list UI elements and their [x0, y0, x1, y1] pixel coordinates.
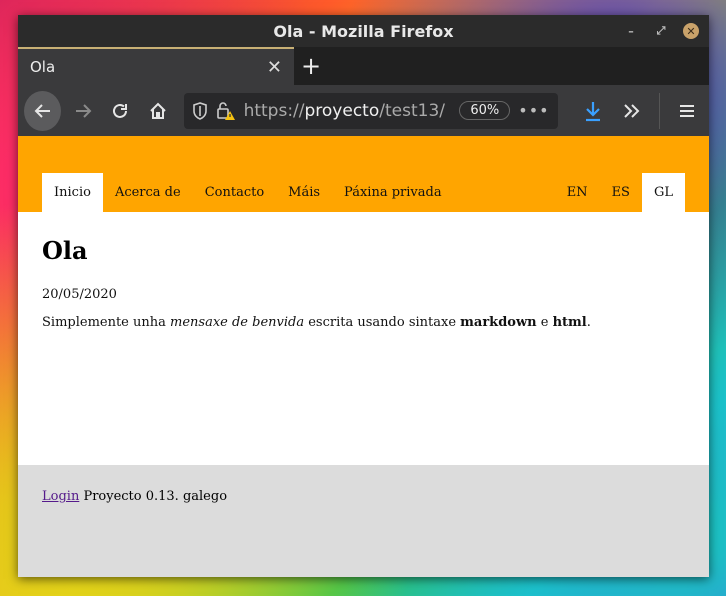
body-bold-html: html: [552, 315, 587, 330]
tab-bar: Ola ✕ +: [18, 47, 709, 85]
url-path: /test13/: [379, 100, 445, 121]
toolbar-separator: [658, 92, 660, 129]
zoom-indicator[interactable]: 60%: [459, 101, 511, 120]
nav-paxina-privada[interactable]: Páxina privada: [332, 173, 454, 212]
maximize-icon[interactable]: ⤢: [653, 23, 669, 39]
tab-ola[interactable]: Ola ✕: [18, 47, 294, 85]
home-icon[interactable]: [142, 94, 174, 128]
lang-gl[interactable]: GL: [641, 173, 685, 212]
url-scheme: https://: [243, 100, 305, 121]
nav-spacer: [454, 173, 555, 212]
url-host: proyecto: [304, 100, 380, 121]
body-bold-markdown: markdown: [460, 315, 537, 330]
site-header: Inicio Acerca de Contacto Máis Páxina pr…: [18, 136, 709, 212]
lang-en[interactable]: EN: [555, 173, 600, 212]
window-title: Ola - Mozilla Firefox: [273, 21, 454, 41]
url-bar[interactable]: https://proyecto/test13/ 60% •••: [183, 92, 558, 129]
reload-icon[interactable]: [105, 94, 137, 128]
forward-icon[interactable]: [67, 94, 99, 128]
back-icon[interactable]: [24, 90, 62, 131]
menu-icon[interactable]: [671, 94, 703, 128]
nav-mais[interactable]: Máis: [276, 173, 332, 212]
body-emphasis: mensaxe de benvida: [170, 315, 305, 330]
shield-icon[interactable]: [192, 101, 208, 120]
nav-acerca-de[interactable]: Acerca de: [103, 173, 193, 212]
tab-title: Ola: [30, 58, 56, 76]
page-heading: Ola: [42, 236, 88, 265]
close-tab-icon[interactable]: ✕: [267, 57, 282, 78]
body-text-1: Simplemente unha: [42, 315, 171, 330]
navigation-toolbar: https://proyecto/test13/ 60% •••: [18, 85, 709, 136]
browser-window: Ola - Mozilla Firefox – ⤢ ✕ Ola ✕ + http…: [18, 15, 709, 577]
body-text-4: .: [586, 315, 591, 330]
page-actions-icon[interactable]: •••: [518, 101, 549, 120]
url-text[interactable]: https://proyecto/test13/: [244, 101, 452, 121]
lock-warning-icon[interactable]: [216, 101, 236, 121]
new-tab-icon[interactable]: +: [294, 47, 328, 85]
login-link[interactable]: Login: [42, 489, 79, 504]
footer-text: Proyecto 0.13. galego: [79, 489, 228, 504]
body-text-2: escrita usando sintaxe: [304, 315, 461, 330]
window-controls: – ⤢ ✕: [623, 15, 699, 47]
nav-contacto[interactable]: Contacto: [193, 173, 276, 212]
post-date: 20/05/2020: [42, 287, 117, 302]
overflow-icon[interactable]: [615, 94, 647, 128]
download-icon[interactable]: [578, 94, 610, 128]
nav-inicio[interactable]: Inicio: [42, 173, 103, 212]
minimize-icon[interactable]: –: [623, 23, 639, 39]
site-footer: Login Proyecto 0.13. galego: [18, 465, 709, 577]
body-text-3: e: [536, 315, 553, 330]
main-article: Ola 20/05/2020 Simplemente unha mensaxe …: [18, 212, 709, 465]
title-bar: Ola - Mozilla Firefox – ⤢ ✕: [18, 15, 709, 47]
site-nav: Inicio Acerca de Contacto Máis Páxina pr…: [42, 173, 685, 212]
post-body: Simplemente unha mensaxe de benvida escr…: [42, 315, 685, 330]
page-content: Inicio Acerca de Contacto Máis Páxina pr…: [18, 136, 709, 577]
lang-es[interactable]: ES: [600, 173, 642, 212]
close-window-icon[interactable]: ✕: [683, 23, 699, 39]
